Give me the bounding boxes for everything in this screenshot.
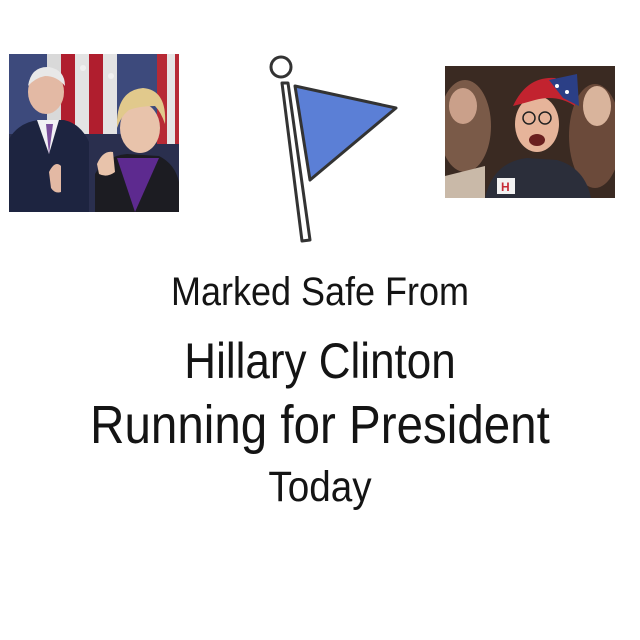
- photo-couple-left: [9, 54, 179, 212]
- flag-icon: [269, 55, 398, 243]
- caption-line-event: Running for President: [90, 395, 550, 455]
- caption-line-marked-safe: Marked Safe From: [170, 270, 470, 314]
- svg-text:H: H: [501, 180, 510, 194]
- photo-supporter-image: H: [445, 66, 615, 198]
- caption-line-subject: Hillary Clinton: [184, 333, 456, 389]
- caption-line-today: Today: [268, 463, 372, 511]
- photo-couple-image: [9, 54, 179, 212]
- photo-supporter-right: H: [445, 66, 615, 198]
